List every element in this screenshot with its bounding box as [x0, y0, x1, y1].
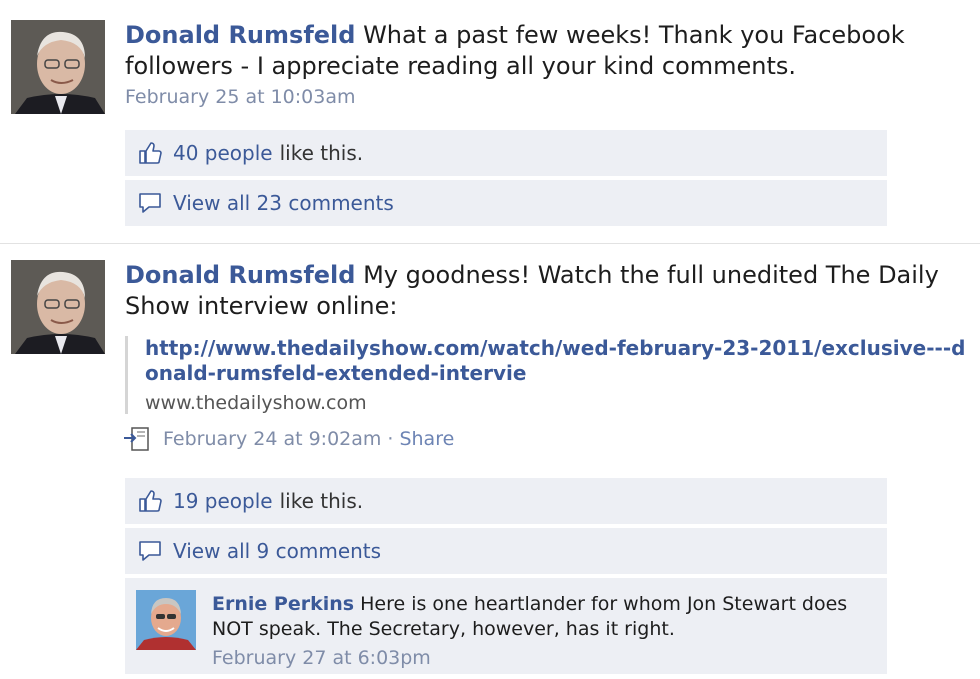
- view-comments-row[interactable]: View all 23 comments: [125, 180, 887, 226]
- likes-row: 40 people like this.: [125, 130, 887, 176]
- story-timestamp[interactable]: February 25 at 10:03am: [125, 86, 970, 108]
- ufi-box: 40 people like this. View all 23 comment…: [125, 130, 887, 230]
- story-content: Donald Rumsfeld My goodness! Watch the f…: [123, 260, 970, 452]
- link-attachment: http://www.thedailyshow.com/watch/wed-fe…: [125, 336, 970, 414]
- share-link[interactable]: Share: [399, 428, 454, 450]
- comment-item: Ernie Perkins Here is one heartlander fo…: [125, 578, 887, 674]
- story-message: Donald Rumsfeld My goodness! Watch the f…: [125, 260, 970, 322]
- likes-row: 19 people like this.: [125, 478, 887, 524]
- comment-timestamp[interactable]: February 27 at 6:03pm: [212, 646, 852, 671]
- meta-separator: ·: [387, 428, 394, 450]
- view-all-comments-link[interactable]: View all 9 comments: [173, 539, 381, 563]
- thumbs-up-icon: [137, 488, 163, 514]
- story-divider: [0, 243, 980, 244]
- link-attachment-icon: [123, 426, 151, 452]
- story-author-link[interactable]: Donald Rumsfeld: [125, 21, 355, 49]
- likes-count-link[interactable]: 19 people: [173, 489, 273, 513]
- view-all-comments-link[interactable]: View all 23 comments: [173, 191, 394, 215]
- thumbs-up-icon: [137, 140, 163, 166]
- speech-bubble-icon: [137, 190, 163, 216]
- comment-author-link[interactable]: Ernie Perkins: [212, 593, 354, 615]
- avatar[interactable]: [136, 590, 196, 650]
- ufi-box: 19 people like this. View all 9 comments: [125, 478, 887, 674]
- story-content: Donald Rumsfeld What a past few weeks! T…: [125, 20, 970, 108]
- story-meta: February 24 at 9:02am · Share: [123, 426, 970, 452]
- attachment-domain: www.thedailyshow.com: [145, 392, 367, 414]
- likes-count-link[interactable]: 40 people: [173, 141, 273, 165]
- avatar[interactable]: [11, 20, 105, 114]
- likes-suffix: like this.: [279, 141, 364, 165]
- attachment-link[interactable]: http://www.thedailyshow.com/watch/wed-fe…: [145, 336, 970, 386]
- story-timestamp[interactable]: February 24 at 9:02am: [163, 428, 381, 450]
- comment-body: Ernie Perkins Here is one heartlander fo…: [212, 592, 852, 671]
- view-comments-row[interactable]: View all 9 comments: [125, 528, 887, 574]
- story-author-link[interactable]: Donald Rumsfeld: [125, 261, 355, 289]
- speech-bubble-icon: [137, 538, 163, 564]
- story-message: Donald Rumsfeld What a past few weeks! T…: [125, 20, 970, 82]
- avatar[interactable]: [11, 260, 105, 354]
- likes-suffix: like this.: [279, 489, 364, 513]
